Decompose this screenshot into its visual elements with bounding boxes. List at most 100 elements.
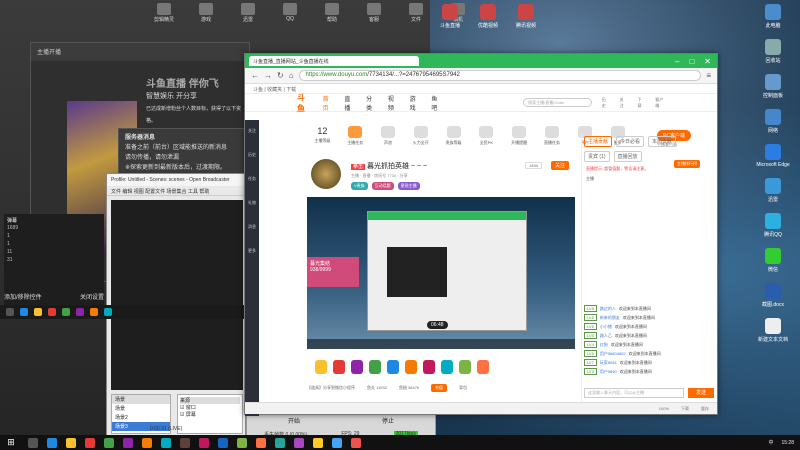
nav-home[interactable]: 首页	[323, 94, 335, 112]
chat-username[interactable]: 红狗	[600, 342, 608, 348]
history-link[interactable]: 历史	[602, 97, 610, 109]
tool-item[interactable]: 声浪	[377, 126, 400, 158]
taskbar-app-icon[interactable]	[66, 437, 76, 448]
tool-item[interactable]: 火力全开	[409, 126, 432, 158]
badge[interactable]: 互动话题	[371, 182, 394, 190]
close-settings-button[interactable]: 关闭设置	[80, 292, 104, 301]
desktop-icon[interactable]: Microsoft Edge	[752, 144, 794, 168]
chat-username[interactable]: 路过的人	[600, 306, 616, 312]
nav-live[interactable]: 直播	[344, 94, 356, 112]
taskbar-app-icon[interactable]	[85, 437, 95, 448]
tool-item[interactable]: 12 主播等级	[311, 126, 334, 158]
nav-video[interactable]: 视频	[388, 94, 400, 112]
desktop-icon[interactable]: 优酷视频	[478, 4, 498, 29]
taskbar-app-icon[interactable]	[313, 437, 323, 448]
ime-indicator[interactable]: 中	[768, 439, 773, 446]
gift-icon[interactable]	[315, 360, 327, 374]
taskbar-app-icon[interactable]	[237, 437, 247, 448]
dock-item[interactable]: 任务	[248, 176, 256, 182]
video-player[interactable]: 暮光集结 938/9999 06:48	[307, 197, 575, 349]
taskbar-app-icon[interactable]	[20, 308, 28, 316]
desktop-shortcut[interactable]: 文件	[402, 3, 430, 23]
stop-stream-button[interactable]: 停止	[382, 416, 394, 425]
follow-link[interactable]: 关注	[620, 97, 628, 109]
desktop-icon[interactable]: 斗鱼直播	[440, 4, 460, 29]
desktop-shortcut[interactable]: 剪辑精灵	[150, 3, 178, 23]
desktop-icon[interactable]: 腾讯QQ	[752, 213, 794, 238]
tool-item[interactable]: 主播任务	[344, 126, 367, 158]
taskbar-app-icon[interactable]	[199, 437, 209, 448]
menu-icon[interactable]: ≡	[706, 71, 711, 80]
taskbar-app-icon[interactable]	[90, 308, 98, 316]
taskbar-app-icon[interactable]	[180, 437, 190, 448]
desktop-shortcut[interactable]: QQ	[276, 3, 304, 22]
tab-contribution[interactable]: 主播贡献	[584, 136, 613, 147]
desktop-shortcut[interactable]: 帮助	[318, 3, 346, 23]
gift-icon[interactable]	[351, 360, 363, 374]
desktop-icon[interactable]: 控制面板	[752, 74, 794, 99]
source-item[interactable]: ☑ 窗口	[180, 404, 240, 411]
gift-icon[interactable]	[333, 360, 345, 374]
site-logo[interactable]: 斗鱼	[297, 92, 313, 114]
chat-username[interactable]: 用户56804802	[600, 351, 626, 357]
dock-item[interactable]: 关注	[248, 128, 256, 134]
follow-button[interactable]: 关注	[551, 161, 570, 170]
desktop-icon[interactable]: 迅雷	[752, 178, 794, 203]
backpack-button[interactable]: 背包	[459, 385, 467, 391]
desktop-icon[interactable]: 微信	[752, 248, 794, 273]
browser-tab[interactable]: 斗鱼直播_直播网站_斗鱼直播在线	[249, 56, 419, 66]
tab-replay[interactable]: 直播回放	[613, 151, 642, 162]
source-item[interactable]: ☑ 屏幕	[180, 411, 240, 418]
chat-username[interactable]: 用户5890	[600, 369, 617, 375]
desktop-icon[interactable]: 回收站	[752, 39, 794, 64]
taskbar-app-icon[interactable]	[104, 437, 114, 448]
taskbar-app-icon[interactable]	[275, 437, 285, 448]
nav-yuba[interactable]: 鱼吧	[431, 94, 443, 112]
chat-username[interactable]: 小小猪	[600, 324, 612, 330]
taskbar-app-icon[interactable]	[47, 437, 57, 448]
desktop-shortcut[interactable]: 游戏	[192, 3, 220, 23]
taskbar-app-icon[interactable]	[104, 308, 112, 316]
add-remove-control-button[interactable]: 添加/移除控件	[4, 292, 42, 301]
taskbar-app-icon[interactable]	[142, 437, 152, 448]
taskbar-app-icon[interactable]	[34, 308, 42, 316]
taskbar-app-icon[interactable]	[6, 308, 14, 316]
bookmarks-bar[interactable]: 斗鱼 | 收藏夹 | 下载	[245, 84, 717, 94]
tab-vip[interactable]: 贵宾 (1)	[584, 151, 610, 162]
tab-week[interactable]: 本周贡献	[648, 136, 677, 147]
tool-item[interactable]: 直播任务	[541, 126, 564, 158]
obs-menu[interactable]: 文件 编辑 视图 配置文件 场景集合 工具 帮助	[107, 186, 245, 196]
badge[interactable]: 星锐主播	[397, 182, 420, 190]
taskbar-app-icon[interactable]	[256, 437, 266, 448]
chat-username[interactable]: 玩家8081	[600, 360, 617, 366]
nav-game[interactable]: 游戏	[410, 94, 422, 112]
nav-category[interactable]: 分类	[366, 94, 378, 112]
desktop-icon[interactable]: 腾讯视频	[516, 4, 536, 29]
desktop-icon[interactable]: 新建文本文档	[752, 318, 794, 343]
gift-icon[interactable]	[387, 360, 399, 374]
taskbar-app-icon[interactable]	[76, 308, 84, 316]
taskbar-app-icon[interactable]	[332, 437, 342, 448]
back-icon[interactable]: ←	[251, 71, 259, 80]
taskbar-app-icon[interactable]	[161, 437, 171, 448]
rank-button[interactable]: 主播排行榜	[674, 160, 700, 168]
start-button[interactable]: ⊞	[0, 437, 22, 448]
taskbar-app-icon[interactable]	[123, 437, 133, 448]
reload-icon[interactable]: ↻	[277, 71, 284, 80]
player-controls[interactable]	[307, 339, 575, 349]
home-icon[interactable]: ⌂	[289, 71, 294, 80]
desktop-icon[interactable]: 此电脑	[752, 4, 794, 29]
dock-item[interactable]: 更多	[248, 248, 256, 254]
gift-icon[interactable]	[459, 360, 471, 374]
scene-item[interactable]: 场景	[112, 404, 170, 413]
streamer-avatar[interactable]	[311, 159, 341, 189]
dock-item[interactable]: 消息	[248, 224, 256, 230]
client-link[interactable]: 客户端	[655, 97, 667, 109]
status-item[interactable]: 缓存	[701, 406, 709, 412]
taskbar-app-icon[interactable]	[351, 437, 361, 448]
taskbar-app-icon[interactable]	[48, 308, 56, 316]
desktop-shortcut[interactable]: 客服	[360, 3, 388, 23]
send-button[interactable]: 发送	[688, 388, 714, 398]
tool-item[interactable]: 全民PK	[475, 126, 498, 158]
taskbar-app-icon[interactable]	[28, 437, 38, 448]
